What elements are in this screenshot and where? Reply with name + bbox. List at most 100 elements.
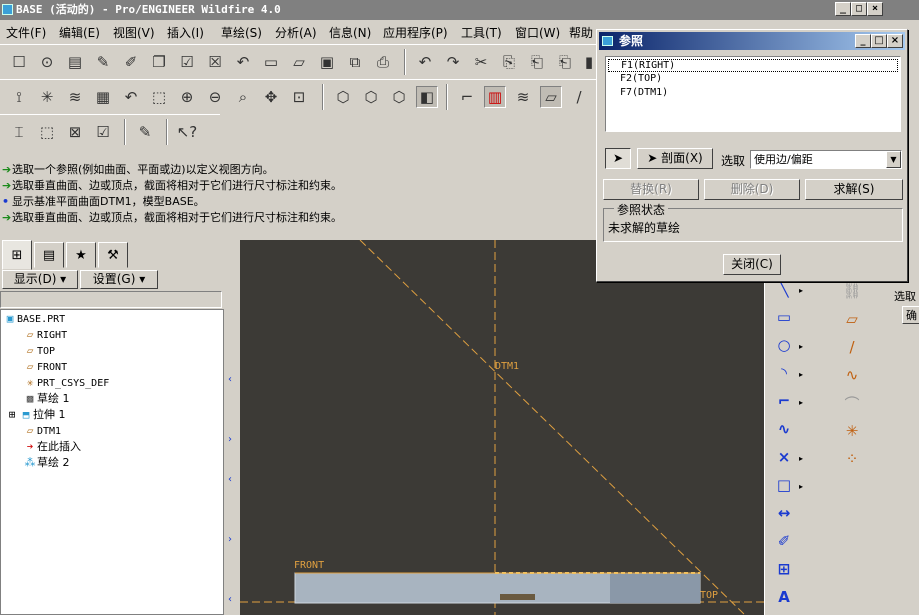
- point-icon[interactable]: ×: [771, 446, 797, 468]
- zoom-out-icon[interactable]: ⊖: [204, 86, 226, 108]
- connections-tab-icon[interactable]: ⚒: [98, 242, 128, 268]
- open-icon[interactable]: ⊙: [36, 51, 58, 73]
- folder-browser-tab-icon[interactable]: ▤: [34, 242, 64, 268]
- model-tree-tab-icon[interactable]: ⊞: [2, 240, 32, 270]
- use-edge-icon[interactable]: □: [771, 474, 797, 496]
- menu-help[interactable]: 帮助: [569, 24, 593, 41]
- list-item[interactable]: F7(DTM1): [620, 87, 668, 98]
- hidden-line-icon[interactable]: ⬡: [360, 86, 382, 108]
- dialog-maximize-button[interactable]: □: [871, 34, 887, 48]
- save-copy-icon[interactable]: ⧉: [344, 51, 366, 73]
- chevron-down-icon[interactable]: ▼: [886, 151, 901, 168]
- save-icon[interactable]: ▣: [316, 51, 338, 73]
- delete-button[interactable]: 删除(D): [704, 179, 800, 200]
- dimension-tool-icon[interactable]: ↔: [771, 502, 797, 524]
- tree-item[interactable]: ▱ TOP: [23, 344, 55, 358]
- menu-insert[interactable]: 插入(I): [167, 24, 204, 41]
- tree-item[interactable]: ▣ BASE.PRT: [3, 312, 65, 326]
- menu-tools[interactable]: 工具(T): [461, 24, 502, 41]
- datum-display-icon[interactable]: ⟟: [8, 86, 30, 108]
- arc-icon[interactable]: ◝: [771, 362, 797, 384]
- cancel-icon[interactable]: ☒: [204, 51, 226, 73]
- solve-button[interactable]: 求解(S): [805, 179, 903, 200]
- tree-item[interactable]: ➔ 在此插入: [23, 440, 81, 454]
- layers-icon[interactable]: ≋: [64, 86, 86, 108]
- check-select-icon[interactable]: ☑: [92, 121, 114, 143]
- menu-applications[interactable]: 应用程序(P): [383, 24, 448, 41]
- chain-icon[interactable]: ⛓: [840, 280, 864, 302]
- graphics-canvas[interactable]: DTM1 FRONT TOP: [240, 240, 764, 615]
- rectangle-icon[interactable]: ▭: [771, 306, 797, 328]
- datum-axis-toggle-icon[interactable]: /: [568, 86, 590, 108]
- select-box-icon[interactable]: ⬚: [36, 121, 58, 143]
- close-dialog-button[interactable]: 关闭(C): [723, 254, 781, 275]
- regenerate-icon[interactable]: ↶: [232, 51, 254, 73]
- menu-info[interactable]: 信息(N): [329, 24, 371, 41]
- section-button[interactable]: ➤ 剖面(X): [637, 148, 713, 169]
- paste-special-icon[interactable]: ⎗: [554, 51, 576, 73]
- maximize-button[interactable]: □: [851, 2, 867, 16]
- pick-arrow-button[interactable]: ➤: [605, 148, 631, 169]
- dimension-icon[interactable]: ⌶: [8, 121, 30, 143]
- tree-item[interactable]: ▱ RIGHT: [23, 328, 67, 342]
- menu-edit[interactable]: 编辑(E): [59, 24, 100, 41]
- menu-file[interactable]: 文件(F): [6, 24, 46, 41]
- sketch-tool-icon[interactable]: ✎: [134, 121, 156, 143]
- dialog-minimize-button[interactable]: _: [855, 34, 871, 48]
- menu-analysis[interactable]: 分析(A): [275, 24, 317, 41]
- edit-icon[interactable]: ✐: [120, 51, 142, 73]
- fillet-icon[interactable]: ⌐: [771, 390, 797, 412]
- analysis-tool-icon[interactable]: ⁘: [840, 448, 864, 470]
- navigator-splitter[interactable]: ‹ › ‹ › ‹: [226, 240, 238, 615]
- open-file-icon[interactable]: ▱: [288, 51, 310, 73]
- settings-dropdown[interactable]: 设置(G) ▾: [80, 270, 158, 289]
- tree-item[interactable]: ⊞ ⬒ 拉伸 1: [5, 408, 66, 422]
- new-icon[interactable]: ☐: [8, 51, 30, 73]
- copy-window-icon[interactable]: ❐: [148, 51, 170, 73]
- tree-item[interactable]: ⁂ 草绘 2: [23, 456, 70, 470]
- select-combo[interactable]: 使用边/偏距 ▼: [750, 150, 902, 169]
- tree-item[interactable]: ✳ PRT_CSYS_DEF: [23, 376, 110, 390]
- list-item[interactable]: F1(RIGHT): [608, 59, 898, 72]
- check-icon[interactable]: ☑: [176, 51, 198, 73]
- context-help-icon[interactable]: ↖?: [176, 121, 198, 143]
- menu-sketch[interactable]: 草绘(S): [221, 24, 262, 41]
- cut-icon[interactable]: ✂: [470, 51, 492, 73]
- shading-icon[interactable]: ◧: [416, 86, 438, 108]
- undo-icon[interactable]: ↶: [414, 51, 436, 73]
- named-view-icon[interactable]: ⊡: [288, 86, 310, 108]
- constraint-icon[interactable]: ⊞: [771, 558, 797, 580]
- plane-display-icon[interactable]: ≋: [512, 86, 534, 108]
- spin-center-icon[interactable]: ✳: [36, 86, 58, 108]
- sketched-curve-icon[interactable]: ⌒: [840, 392, 864, 414]
- redo-icon[interactable]: ↷: [442, 51, 464, 73]
- tree-item[interactable]: ▩ 草绘 1: [23, 392, 70, 406]
- favorites-tab-icon[interactable]: ★: [66, 242, 96, 268]
- copy-icon[interactable]: ⎘: [498, 51, 520, 73]
- wireframe-icon[interactable]: ⬡: [332, 86, 354, 108]
- repaint-icon[interactable]: ↶: [120, 86, 142, 108]
- expand-icon[interactable]: ⊞: [5, 408, 19, 422]
- text-icon[interactable]: A: [771, 586, 797, 608]
- orient-icon[interactable]: ⬚: [148, 86, 170, 108]
- csys-tool-icon[interactable]: ✳: [840, 420, 864, 442]
- circle-icon[interactable]: ○: [771, 334, 797, 356]
- spline-icon[interactable]: ∿: [771, 418, 797, 440]
- menu-window[interactable]: 窗口(W): [515, 24, 560, 41]
- minimize-button[interactable]: _: [835, 2, 851, 16]
- confirm-button[interactable]: 确: [902, 306, 919, 324]
- show-dropdown[interactable]: 显示(D) ▾: [2, 270, 78, 289]
- datum-curve-tool-icon[interactable]: ∿: [840, 364, 864, 386]
- cross-select-icon[interactable]: ⊠: [64, 121, 86, 143]
- modify-icon[interactable]: ✐: [771, 530, 797, 552]
- no-hidden-icon[interactable]: ⬡: [388, 86, 410, 108]
- tree-filter[interactable]: [0, 291, 222, 308]
- datum-axis-tool-icon[interactable]: /: [840, 336, 864, 358]
- datum-plane-tool-icon[interactable]: ▱: [840, 308, 864, 330]
- menu-view[interactable]: 视图(V): [113, 24, 155, 41]
- zoom-in-icon[interactable]: ⊕: [176, 86, 198, 108]
- axis-display-icon[interactable]: ⌐: [456, 86, 478, 108]
- print-icon[interactable]: ⎙: [372, 51, 394, 73]
- pencil-icon[interactable]: ✎: [92, 51, 114, 73]
- tree-item[interactable]: ▱ DTM1: [23, 424, 61, 438]
